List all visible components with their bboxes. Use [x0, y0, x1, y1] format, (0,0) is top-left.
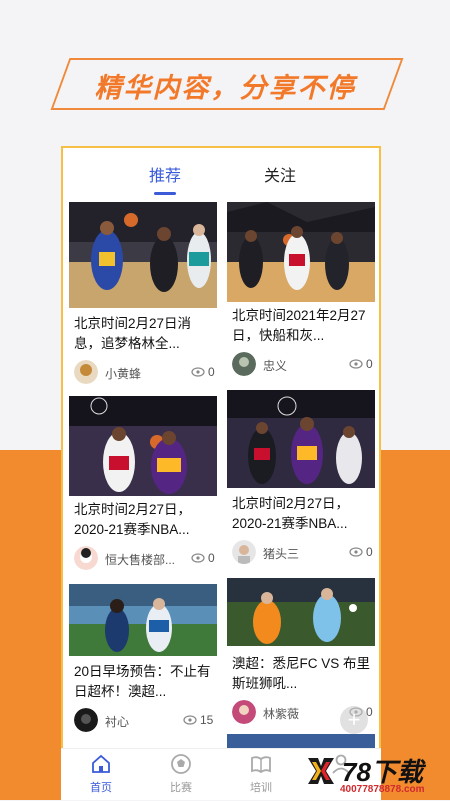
feed-card[interactable]: [227, 734, 375, 748]
watermark: 78下载 40077878878.com: [300, 752, 450, 800]
eye-icon: [191, 367, 205, 377]
tab-bar: 推荐 关注: [63, 148, 379, 200]
author-name: 小黄蜂: [105, 367, 142, 381]
avatar: [232, 352, 256, 376]
soccer-japan-photo: [69, 584, 217, 656]
author-name: 林紫薇: [263, 707, 300, 721]
add-post-button[interactable]: +: [340, 706, 368, 734]
card-title: 澳超：悉尼FC VS 布里斯班狮吼...: [232, 656, 371, 691]
tab-active-indicator: [154, 192, 176, 195]
view-count: 0: [208, 365, 215, 379]
nav-match[interactable]: 比赛: [141, 749, 221, 801]
card-title: 北京时间2021年2月27日，快船和灰...: [232, 308, 366, 343]
view-count: 0: [366, 545, 373, 559]
feed-card[interactable]: 20日早场预告：不止有日超杯！澳超... 衬心 15: [69, 584, 217, 744]
eye-icon: [183, 715, 197, 725]
basketball-clippers-photo: [227, 202, 375, 302]
avatar: [232, 700, 256, 724]
phone-screen: 推荐 关注 北京时间2月27日消息，追梦格林全... 小黄蜂 0 北京时间202…: [61, 146, 381, 800]
author-name: 衬心: [105, 715, 130, 729]
author-name: 猪头三: [263, 547, 300, 561]
tab-recommend[interactable]: 推荐: [149, 162, 181, 186]
author-name: 忠义: [263, 359, 288, 373]
eye-icon: [349, 547, 363, 557]
home-icon: [92, 754, 110, 773]
avatar: [232, 540, 256, 564]
feed-card[interactable]: 北京时间2021年2月27日，快船和灰... 忠义 0: [227, 202, 375, 378]
nav-home[interactable]: 首页: [61, 749, 141, 801]
feed-card[interactable]: 北京时间2月27日，2020-21赛季NBA... 恒大售楼部... 0: [69, 396, 217, 572]
ball-icon: [171, 754, 191, 774]
nav-label: 首页: [90, 782, 112, 794]
eye-icon: [191, 553, 205, 563]
soccer-australia-photo: [227, 578, 375, 646]
basketball-warriors-photo: [69, 202, 217, 308]
view-count: 0: [208, 551, 215, 565]
feed-card[interactable]: 北京时间2月27日消息，追梦格林全... 小黄蜂 0: [69, 202, 217, 386]
avatar: [74, 708, 98, 732]
card-title: 北京时间2月27日消息，追梦格林全...: [74, 316, 192, 351]
avatar: [74, 360, 98, 384]
view-count: 15: [200, 713, 214, 727]
card-title: 20日早场预告：不止有日超杯！澳超...: [74, 664, 211, 699]
view-count: 0: [366, 357, 373, 371]
card-title: 北京时间2月27日，2020-21赛季NBA...: [232, 496, 350, 531]
watermark-logo-icon: [308, 758, 334, 784]
basketball-lakers-photo: [69, 396, 217, 496]
nav-label: 比赛: [170, 782, 192, 794]
card-title: 北京时间2月27日，2020-21赛季NBA...: [74, 502, 192, 537]
nav-label: 培训: [250, 782, 272, 794]
book-icon: [251, 756, 271, 774]
eye-icon: [349, 359, 363, 369]
tab-follow[interactable]: 关注: [264, 162, 296, 186]
watermark-url: 40077878878.com: [340, 784, 425, 795]
avatar: [74, 546, 98, 570]
author-name: 恒大售楼部...: [105, 553, 176, 567]
banner-title: 精华内容，分享不停: [94, 73, 356, 103]
feed-card[interactable]: 北京时间2月27日，2020-21赛季NBA... 猪头三 0: [227, 390, 375, 566]
basketball-lakers-blazers-photo: [227, 390, 375, 488]
nav-training[interactable]: 培训: [221, 749, 301, 801]
